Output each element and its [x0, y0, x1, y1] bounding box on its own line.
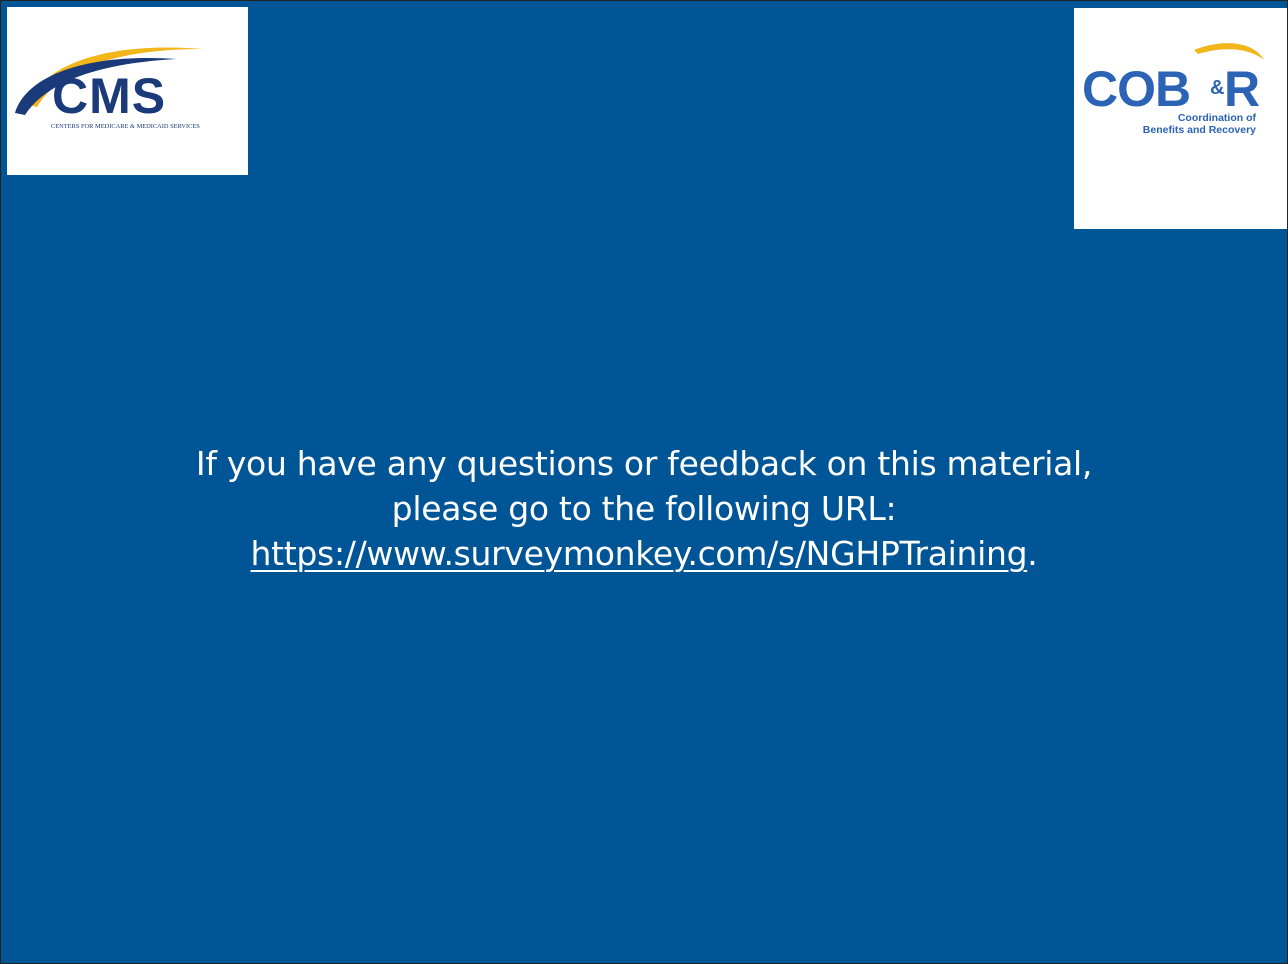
cms-logo: CMS CENTERS FOR MEDICARE & MEDICAID SERV…	[7, 7, 248, 175]
cobr-tagline-line2: Benefits and Recovery	[1143, 124, 1256, 136]
link-period: .	[1027, 534, 1038, 573]
message-line-2: please go to the following URL:	[391, 489, 897, 528]
cobr-arc-gold	[1194, 43, 1264, 60]
message-line-3: https://www.surveymonkey.com/s/NGHPTrain…	[1, 531, 1287, 576]
cobr-tagline-line1: Coordination of	[1178, 112, 1257, 124]
cobr-wordmark-amp: &	[1210, 77, 1224, 99]
cobr-logo: COB & R Coordination of Benefits and Rec…	[1074, 8, 1287, 229]
cobr-logo-graphic: COB & R Coordination of Benefits and Rec…	[1082, 43, 1264, 136]
message-line-1: If you have any questions or feedback on…	[195, 444, 1093, 483]
survey-link[interactable]: https://www.surveymonkey.com/s/NGHPTrain…	[251, 534, 1028, 573]
cms-tagline: CENTERS FOR MEDICARE & MEDICAID SERVICES	[51, 123, 200, 130]
cms-wordmark: CMS	[52, 68, 166, 124]
cms-logo-graphic: CMS CENTERS FOR MEDICARE & MEDICAID SERV…	[15, 47, 203, 130]
cobr-wordmark-cob: COB	[1082, 61, 1190, 117]
slide: CMS CENTERS FOR MEDICARE & MEDICAID SERV…	[0, 0, 1288, 964]
cobr-wordmark-r: R	[1224, 61, 1260, 117]
feedback-message: If you have any questions or feedback on…	[1, 441, 1287, 576]
